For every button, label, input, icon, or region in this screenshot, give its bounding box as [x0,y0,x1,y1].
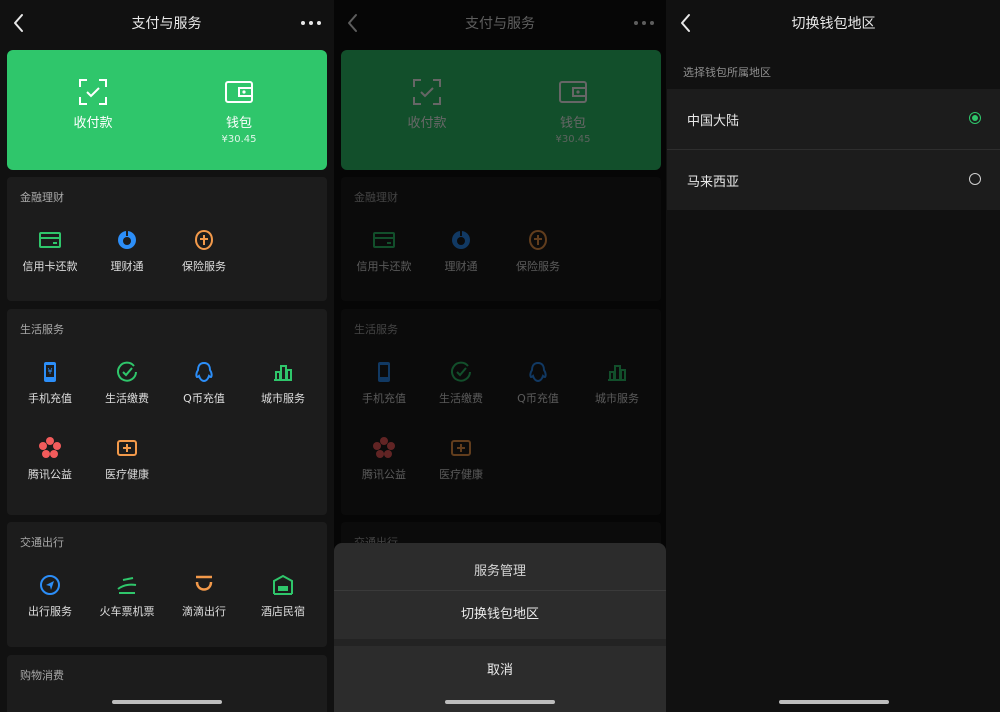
credit-card-repayment-button[interactable]: 信用卡还款 [10,229,90,274]
wallet-label: 钱包 [225,116,252,131]
grid-label: 腾讯公益 [28,468,72,481]
region-option-malaysia[interactable]: 马来西亚 [667,149,1000,210]
section-title: 金融理财 [20,191,64,204]
mobile-topup-button[interactable]: ¥ 手机充值 [10,361,90,406]
service-management-sheet: 服务管理 切换钱包地区 取消 [334,543,666,712]
credit-card-icon [39,232,61,248]
switch-wallet-region-button[interactable]: 切换钱包地区 [334,590,666,639]
region-label: 中国大陆 [687,114,740,129]
switch-wallet-region-screen: 切换钱包地区 选择钱包所属地区 中国大陆 马来西亚 [667,0,1000,712]
service-management-sheet-screen: 支付与服务 收付款 钱包 ¥30.45 金融理财 信用卡还款 [334,0,666,712]
grid-label: 火车票机票 [99,605,155,618]
payment-hero-card: 收付款 钱包 ¥30.45 [7,50,327,170]
region-list: 中国大陆 马来西亚 [667,89,1000,210]
radio-unselected-icon[interactable] [969,173,981,185]
sheet-title: 服务管理 [473,564,526,579]
checkmark-icon [117,361,137,382]
hotel-homestay-button[interactable]: 酒店民宿 [243,574,323,619]
more-menu-icon[interactable] [299,12,323,34]
region-caption: 选择钱包所属地区 [683,66,771,79]
section-title: 购物消费 [20,669,64,682]
finance-section: 金融理财 信用卡还款 理财通 保险服务 [7,177,327,301]
home-indicator[interactable] [111,700,222,704]
didi-ride-button[interactable]: 滴滴出行 [164,574,244,619]
wealth-management-button[interactable]: 理财通 [87,229,167,274]
qr-scan-icon [79,79,107,105]
wallet-button[interactable]: 钱包 ¥30.45 [179,78,299,145]
navigation-bar: 切换钱包地区 [667,0,1000,46]
hotel-icon [273,574,293,595]
grid-label: 滴滴出行 [182,605,226,618]
life-services-section: 生活服务 ¥ 手机充值 生活缴费 Q币充值 城市服务 腾讯公益 医疗健康 [7,309,327,515]
didi-icon [195,575,213,591]
grid-label: 理财通 [110,260,144,273]
train-flight-tickets-button[interactable]: 火车票机票 [87,574,167,619]
navigation-bar: 支付与服务 [0,0,333,46]
cancel-button[interactable]: 取消 [334,646,666,696]
charity-icon [39,437,61,458]
grid-label: 生活缴费 [105,392,149,405]
region-option-mainland-china[interactable]: 中国大陆 [667,89,1000,149]
receive-pay-button[interactable]: 收付款 [33,78,153,131]
transport-section: 交通出行 出行服务 火车票机票 滴滴出行 酒店民宿 [7,522,327,647]
grid-label: 医疗健康 [105,468,149,481]
medical-icon [117,440,137,456]
grid-label: 保险服务 [182,260,226,273]
region-label: 马来西亚 [687,175,740,190]
grid-label: Q币充值 [183,392,225,405]
phone-icon: ¥ [44,362,56,382]
wallet-icon [225,81,253,103]
city-icon [274,365,292,381]
navigation-icon [40,575,60,595]
page-title: 切换钱包地区 [791,16,876,32]
grid-label: 信用卡还款 [22,260,78,273]
q-coin-topup-button[interactable]: Q币充值 [164,361,244,406]
section-title: 生活服务 [20,323,64,336]
insurance-icon [194,229,214,251]
qq-icon [195,361,213,383]
radio-selected-icon[interactable] [969,112,981,124]
grid-label: 酒店民宿 [261,605,305,618]
wallet-balance: ¥30.45 [221,134,257,145]
payment-services-screen: 支付与服务 收付款 钱包 ¥30.45 金融理财 信用卡还款 理财通 保险服务 … [0,0,333,712]
wealth-icon [118,231,136,249]
utility-payment-button[interactable]: 生活缴费 [87,361,167,406]
home-indicator[interactable] [445,700,555,704]
receive-pay-label: 收付款 [73,116,113,131]
grid-label: 城市服务 [261,392,305,405]
insurance-button[interactable]: 保险服务 [164,229,244,274]
medical-health-button[interactable]: 医疗健康 [87,437,167,482]
home-indicator[interactable] [778,700,889,704]
grid-label: 手机充值 [28,392,72,405]
page-title: 支付与服务 [131,16,202,32]
section-title: 交通出行 [20,536,64,549]
travel-services-button[interactable]: 出行服务 [10,574,90,619]
svg-text:¥: ¥ [47,367,52,376]
train-icon [117,577,137,594]
sheet-divider [334,639,666,646]
grid-label: 出行服务 [28,605,72,618]
city-services-button[interactable]: 城市服务 [243,361,323,406]
tencent-charity-button[interactable]: 腾讯公益 [10,437,90,482]
